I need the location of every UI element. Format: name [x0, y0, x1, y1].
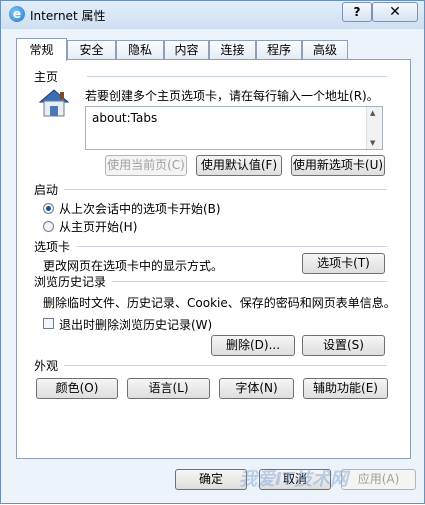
home-separator: [87, 76, 387, 77]
delete-history-on-exit-label: 退出时删除浏览历史记录(W): [59, 318, 213, 332]
ok-button[interactable]: 确定: [175, 469, 247, 490]
tab-content[interactable]: 内容: [164, 40, 209, 59]
appearance-separator: [64, 365, 387, 366]
home-section-title: 主页: [34, 70, 59, 84]
scroll-down-icon[interactable]: ▼: [370, 139, 375, 147]
home-page-value: about:Tabs: [92, 111, 158, 125]
window-title: Internet 属性: [30, 9, 106, 23]
home-description: 若要创建多个主页选项卡，请在每行输入一个地址(R)。: [85, 89, 379, 103]
tab-general[interactable]: 常规: [16, 38, 67, 61]
scroll-up-icon[interactable]: ▲: [370, 109, 375, 117]
use-default-button[interactable]: 使用默认值(F): [196, 155, 282, 176]
tab-connections[interactable]: 连接: [209, 40, 256, 59]
history-section-title: 浏览历史记录: [34, 275, 107, 289]
home-page-textarea[interactable]: about:Tabs ▲ ▼: [85, 106, 383, 150]
startup-last-session-label: 从上次会话中的选项卡开始(B): [59, 202, 221, 216]
tabs-description: 更改网页在选项卡中的显示方式。: [43, 259, 224, 273]
delete-history-on-exit-checkbox[interactable]: [43, 318, 54, 329]
startup-home-label: 从主页开始(H): [59, 220, 138, 234]
delete-history-button[interactable]: 删除(D)...: [211, 335, 295, 356]
close-button[interactable]: ✕: [372, 2, 418, 22]
tabs-section-title: 选项卡: [34, 240, 71, 254]
use-new-tab-button[interactable]: 使用新选项卡(U): [291, 155, 385, 176]
fonts-button[interactable]: 字体(N): [219, 378, 294, 399]
tab-programs[interactable]: 程序: [256, 40, 302, 59]
tab-privacy[interactable]: 隐私: [116, 40, 164, 59]
startup-section-title: 启动: [34, 183, 59, 197]
title-bar: e Internet 属性 ? ✕: [1, 1, 424, 29]
tab-advanced[interactable]: 高级: [302, 40, 348, 59]
internet-options-dialog: e Internet 属性 ? ✕ 常规 安全 隐私 内容 连接 程序 高级 主…: [0, 0, 425, 504]
tab-security[interactable]: 安全: [67, 40, 116, 59]
colors-button[interactable]: 颜色(O): [36, 378, 118, 399]
help-button[interactable]: ?: [342, 2, 372, 22]
history-settings-button[interactable]: 设置(S): [302, 335, 385, 356]
home-icon: [38, 89, 70, 117]
startup-home-radio[interactable]: [43, 221, 54, 232]
textarea-scrollbar[interactable]: ▲ ▼: [366, 107, 382, 149]
internet-explorer-icon: e: [9, 6, 25, 22]
startup-last-session-radio[interactable]: [43, 203, 54, 214]
appearance-section-title: 外观: [34, 359, 59, 373]
tabs-settings-button[interactable]: 选项卡(T): [302, 253, 385, 274]
accessibility-button[interactable]: 辅助功能(E): [303, 378, 388, 399]
watermark: 我爱IT技术网: [239, 469, 348, 490]
startup-separator: [64, 189, 387, 190]
languages-button[interactable]: 语言(L): [127, 378, 210, 399]
history-separator: [112, 281, 387, 282]
use-current-button[interactable]: 使用当前页(C): [105, 155, 187, 176]
history-description: 删除临时文件、历史记录、Cookie、保存的密码和网页表单信息。: [43, 296, 396, 310]
tabs-separator: [77, 246, 387, 247]
